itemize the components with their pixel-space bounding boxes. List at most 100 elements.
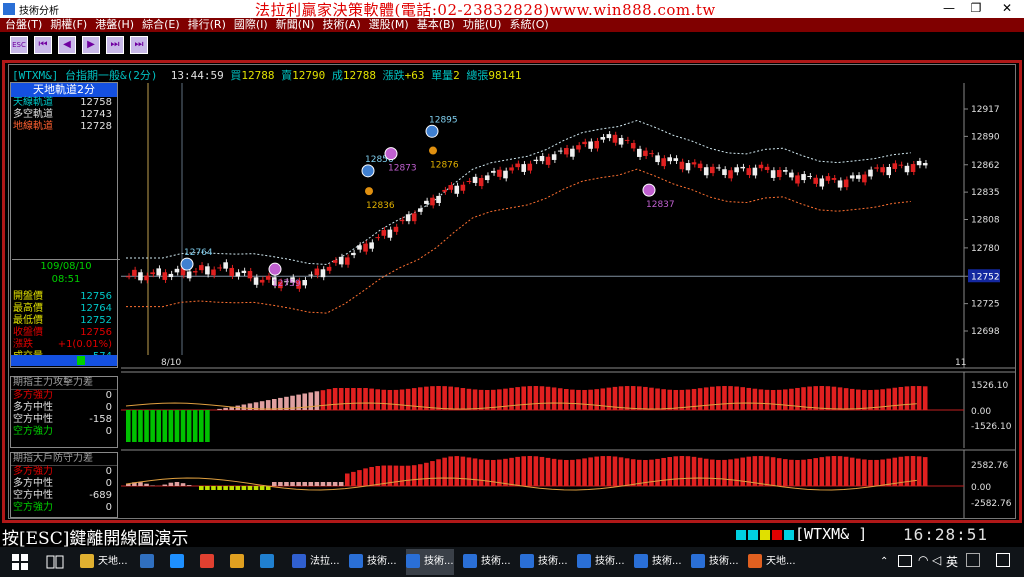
taskbar-item[interactable]: 技術...: [463, 549, 511, 575]
taskbar-item[interactable]: 法拉...: [292, 549, 340, 575]
defense-bar: [296, 482, 301, 486]
candle-body: [874, 167, 879, 169]
wifi-icon[interactable]: ◠: [918, 553, 928, 567]
notification-icon[interactable]: [996, 553, 1010, 567]
panel-axis-label: -2582.76: [971, 499, 1012, 509]
defense-bar: [247, 486, 253, 490]
taskbar-item[interactable]: [230, 549, 248, 575]
defense-bar: [478, 459, 484, 486]
menu-item[interactable]: 國際(I): [229, 18, 271, 31]
tray-chevron-icon[interactable]: ⌃: [880, 556, 888, 567]
ime-grid-icon[interactable]: [966, 553, 980, 567]
task-view-icon[interactable]: [46, 553, 64, 571]
candle-body: [630, 142, 636, 149]
defense-bar: [916, 456, 922, 486]
candle-body: [156, 268, 161, 276]
candle-body: [442, 189, 447, 192]
menu-item[interactable]: 系統(O): [504, 18, 551, 31]
candle-body: [807, 176, 812, 178]
price-tick-label: 12890: [971, 132, 1000, 142]
taskbar-item[interactable]: 技術...: [349, 549, 397, 575]
minimize-button[interactable]: —: [934, 0, 964, 18]
defense-bar: [174, 482, 180, 486]
defense-bar: [667, 457, 672, 486]
defense-bar: [484, 459, 490, 486]
attack-bar: [813, 386, 818, 410]
taskbar-item[interactable]: 天地...: [748, 549, 796, 575]
taskbar-item[interactable]: 技術...: [406, 549, 454, 575]
taskbar-item[interactable]: 技術...: [520, 549, 568, 575]
defense-bar: [807, 459, 812, 486]
candle-body: [235, 272, 241, 277]
candlestick-chart[interactable]: 8/10 11 12917 12890 12862 12835 12808 12780 127…: [9, 65, 1015, 518]
defense-bar: [734, 458, 739, 486]
taskbar-item[interactable]: [170, 549, 188, 575]
last-frame-button[interactable]: ⏭: [130, 36, 148, 54]
taskbar-item[interactable]: 技術...: [577, 549, 625, 575]
attack-bar: [424, 386, 429, 410]
price-tick-label: 12835: [971, 188, 1000, 198]
attack-bar: [783, 389, 788, 410]
attack-bar: [241, 404, 247, 410]
candle-body: [691, 162, 697, 165]
menu-item[interactable]: 基本(B): [412, 18, 458, 31]
status-light-yellow: [760, 530, 770, 540]
candle-body: [150, 272, 155, 275]
candle-body: [223, 262, 228, 269]
candle-body: [326, 266, 332, 271]
signal-marker-label: 12895: [429, 115, 458, 125]
attack-bar: [326, 389, 332, 410]
candle-body: [308, 274, 314, 276]
menu-item[interactable]: 期權(F): [45, 18, 90, 31]
taskbar-item[interactable]: 天地...: [80, 549, 128, 575]
esc-button[interactable]: ESC: [10, 36, 28, 54]
menu-item[interactable]: 台盤(T): [0, 18, 45, 31]
taskbar-item[interactable]: [260, 549, 278, 575]
attack-bar: [180, 410, 186, 442]
taskbar-app-icon: [520, 554, 534, 568]
menu-item[interactable]: 排行(R): [183, 18, 229, 31]
attack-bar: [661, 389, 666, 410]
menu-item[interactable]: 新聞(N): [271, 18, 318, 31]
attack-bar: [588, 389, 593, 410]
menu-item[interactable]: 功能(U): [458, 18, 505, 31]
candle-body: [320, 269, 326, 278]
battery-icon[interactable]: [898, 555, 912, 567]
candle-body: [758, 164, 764, 169]
menu-item[interactable]: 港盤(H): [90, 18, 137, 31]
attack-bar: [539, 386, 545, 410]
attack-bar: [454, 387, 460, 410]
taskbar-app-icon: [691, 554, 705, 568]
prev-frame-button[interactable]: ◀: [58, 36, 76, 54]
first-frame-button[interactable]: ⏮: [34, 36, 52, 54]
candle-body: [229, 267, 234, 276]
windows-taskbar: 天地... 法拉... 技術... 技術... 技術... 技術... 技術... 技術...…: [0, 547, 1024, 577]
attack-bar: [910, 386, 916, 410]
menu-item[interactable]: 選股(M): [364, 18, 412, 31]
ime-indicator[interactable]: 英: [946, 553, 958, 570]
menu-item[interactable]: 綜合(E): [137, 18, 183, 31]
candle-body: [527, 163, 533, 171]
windows-start-icon[interactable]: [12, 554, 28, 570]
candle-body: [259, 279, 265, 283]
taskbar-item[interactable]: [140, 549, 158, 575]
defense-bar: [320, 482, 326, 486]
candle-body: [399, 219, 405, 222]
attack-bar: [551, 387, 557, 410]
close-button[interactable]: ✕: [992, 0, 1022, 18]
volume-icon[interactable]: ◁: [932, 553, 941, 567]
play-button[interactable]: ▶: [82, 36, 100, 54]
taskbar-item-label: 技術...: [481, 556, 511, 567]
taskbar-item[interactable]: 技術...: [634, 549, 682, 575]
restore-button[interactable]: ❐: [961, 0, 991, 18]
attack-bar: [752, 388, 758, 410]
next-frame-button[interactable]: ⏭: [106, 36, 124, 54]
defense-bar: [436, 459, 441, 486]
attack-bar: [399, 389, 405, 410]
menu-item[interactable]: 技術(A): [318, 18, 364, 31]
defense-bar: [363, 468, 368, 486]
taskbar-item[interactable]: [200, 549, 218, 575]
defense-bar: [758, 456, 764, 486]
taskbar-item[interactable]: 技術...: [691, 549, 739, 575]
attack-bar: [594, 389, 599, 410]
